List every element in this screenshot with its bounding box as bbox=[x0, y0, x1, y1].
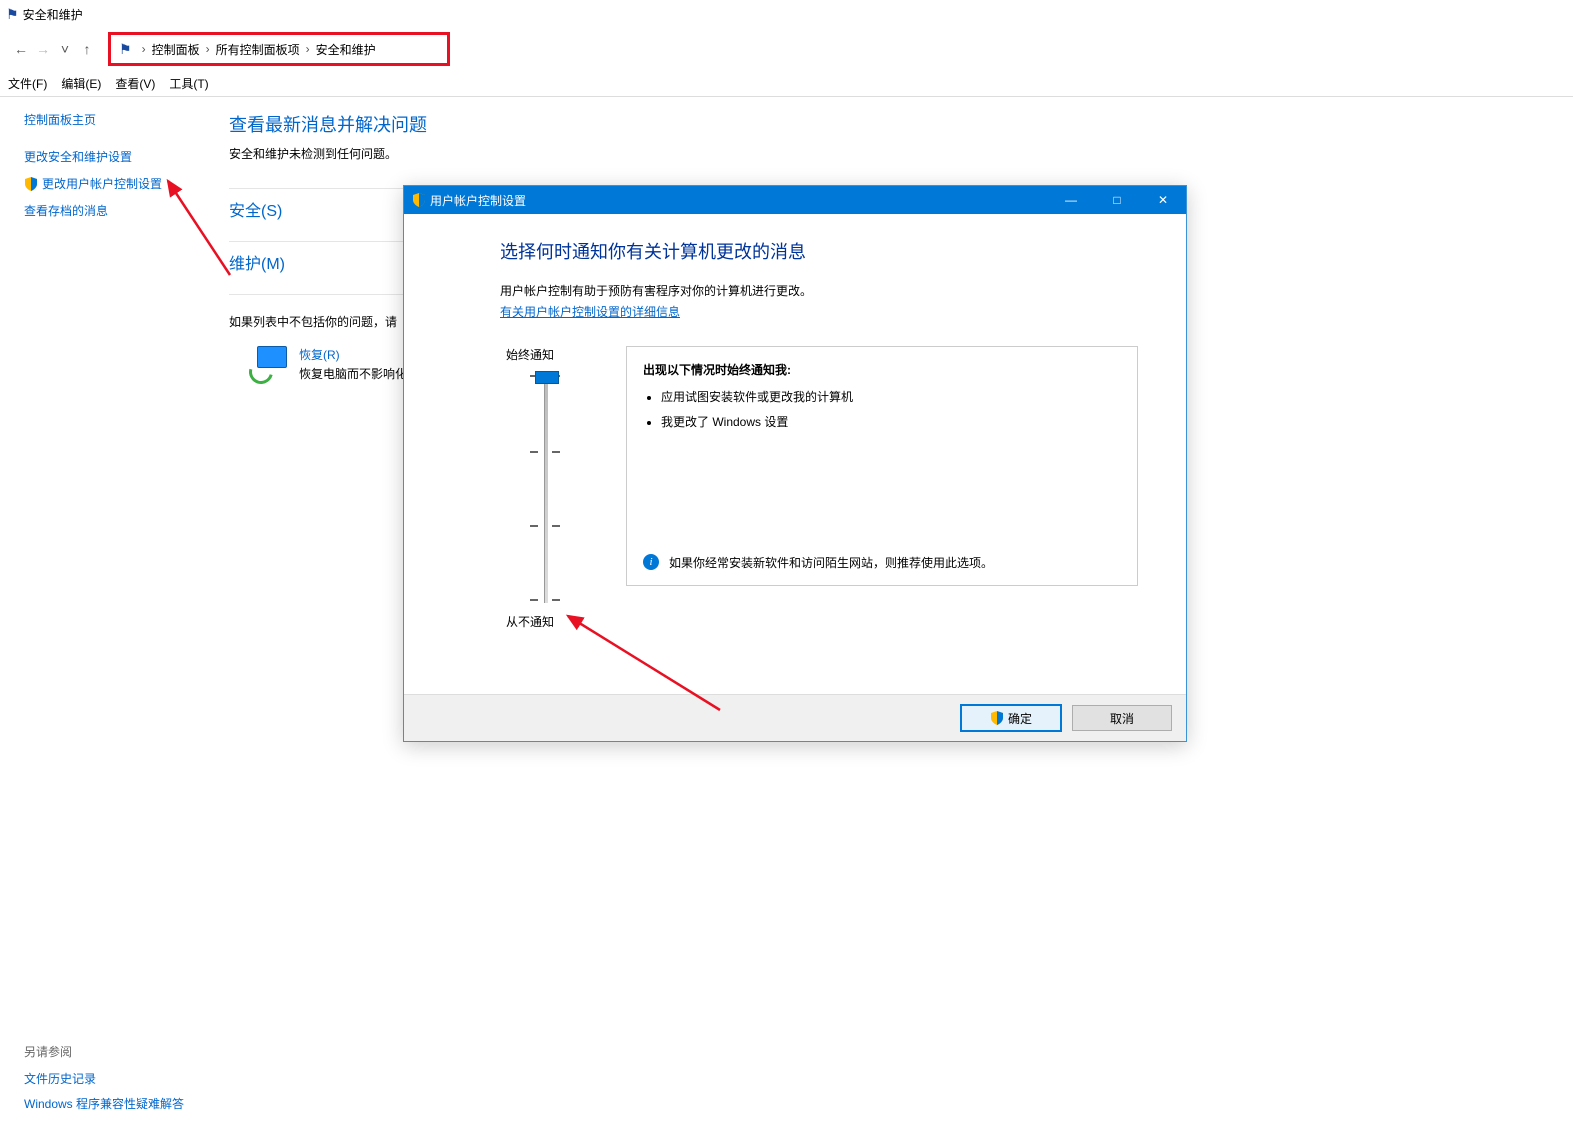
menu-view[interactable]: 查看(V) bbox=[115, 75, 155, 92]
maximize-button[interactable]: □ bbox=[1094, 186, 1140, 214]
shield-icon bbox=[990, 711, 1004, 725]
breadcrumb[interactable]: ⚑ › 控制面板 › 所有控制面板项 › 安全和维护 bbox=[108, 32, 450, 66]
uac-dialog: 用户帐户控制设置 — □ ✕ 选择何时通知你有关计算机更改的消息 用户帐户控制有… bbox=[403, 185, 1187, 742]
ok-button[interactable]: 确定 bbox=[960, 704, 1062, 732]
see-also: 另请参阅 文件历史记录 Windows 程序兼容性疑难解答 bbox=[24, 1043, 184, 1120]
menu-file[interactable]: 文件(F) bbox=[8, 75, 47, 92]
page-subtext: 安全和维护未检测到任何问题。 bbox=[229, 145, 1573, 162]
see-also-compat[interactable]: Windows 程序兼容性疑难解答 bbox=[24, 1095, 184, 1112]
menu-tools[interactable]: 工具(T) bbox=[169, 75, 208, 92]
minimize-button[interactable]: — bbox=[1048, 186, 1094, 214]
info-icon: i bbox=[643, 554, 659, 570]
sidebar-change-uac[interactable]: 更改用户帐户控制设置 bbox=[42, 175, 162, 192]
window-title: 安全和维护 bbox=[23, 6, 83, 23]
forward-button[interactable]: → bbox=[32, 41, 54, 57]
dialog-title: 用户帐户控制设置 bbox=[430, 192, 526, 209]
dialog-desc: 用户帐户控制有助于预防有害程序对你的计算机进行更改。 bbox=[500, 282, 1138, 299]
up-button[interactable]: ↑ bbox=[76, 41, 98, 57]
cancel-button[interactable]: 取消 bbox=[1072, 705, 1172, 731]
info-note: 如果你经常安装新软件和访问陌生网站，则推荐使用此选项。 bbox=[669, 554, 993, 571]
page-heading: 查看最新消息并解决问题 bbox=[229, 111, 1573, 137]
dialog-footer: 确定 取消 bbox=[404, 694, 1186, 741]
sidebar-change-security[interactable]: 更改安全和维护设置 bbox=[24, 148, 132, 165]
window-titlebar: ⚑ 安全和维护 bbox=[0, 0, 1573, 28]
nav-row: ← → ˅ ↑ ⚑ › 控制面板 › 所有控制面板项 › 安全和维护 bbox=[0, 28, 1573, 70]
sidebar-archived[interactable]: 查看存档的消息 bbox=[24, 202, 108, 219]
chevron-right-icon: › bbox=[206, 42, 210, 56]
slider-top-label: 始终通知 bbox=[506, 346, 554, 363]
close-button[interactable]: ✕ bbox=[1140, 186, 1186, 214]
crumb-mid[interactable]: 所有控制面板项 bbox=[216, 41, 300, 58]
info-bullet: 我更改了 Windows 设置 bbox=[661, 413, 1121, 430]
slider-bottom-label: 从不通知 bbox=[506, 613, 554, 630]
shield-icon bbox=[24, 177, 38, 191]
recover-icon bbox=[249, 346, 289, 382]
dialog-more-link[interactable]: 有关用户帐户控制设置的详细信息 bbox=[500, 305, 680, 319]
flag-icon: ⚑ bbox=[6, 6, 19, 23]
menu-bar: 文件(F) 编辑(E) 查看(V) 工具(T) bbox=[0, 70, 1573, 97]
chevron-right-icon: › bbox=[306, 42, 310, 56]
crumb-leaf[interactable]: 安全和维护 bbox=[316, 41, 376, 58]
info-title: 出现以下情况时始终通知我: bbox=[643, 361, 1121, 378]
slider-info-box: 出现以下情况时始终通知我: 应用试图安装软件或更改我的计算机 我更改了 Wind… bbox=[626, 346, 1138, 586]
flag-icon: ⚑ bbox=[119, 41, 132, 58]
chevron-right-icon: › bbox=[142, 42, 146, 56]
back-button[interactable]: ← bbox=[10, 41, 32, 57]
see-also-header: 另请参阅 bbox=[24, 1043, 184, 1060]
menu-edit[interactable]: 编辑(E) bbox=[61, 75, 101, 92]
dialog-heading: 选择何时通知你有关计算机更改的消息 bbox=[500, 238, 1138, 264]
see-also-file-history[interactable]: 文件历史记录 bbox=[24, 1070, 184, 1087]
crumb-root[interactable]: 控制面板 bbox=[152, 41, 200, 58]
uac-slider[interactable] bbox=[520, 373, 570, 603]
shield-icon bbox=[412, 193, 426, 207]
sidebar: 控制面板主页 更改安全和维护设置 更改用户帐户控制设置 查看存档的消息 另请参阅… bbox=[0, 97, 215, 1131]
ok-label: 确定 bbox=[1008, 710, 1032, 727]
dialog-titlebar[interactable]: 用户帐户控制设置 — □ ✕ bbox=[404, 186, 1186, 214]
recent-dropdown[interactable]: ˅ bbox=[54, 41, 76, 57]
slider-thumb[interactable] bbox=[535, 371, 559, 384]
info-bullet: 应用试图安装软件或更改我的计算机 bbox=[661, 388, 1121, 405]
cancel-label: 取消 bbox=[1110, 710, 1134, 727]
sidebar-home[interactable]: 控制面板主页 bbox=[24, 111, 96, 128]
